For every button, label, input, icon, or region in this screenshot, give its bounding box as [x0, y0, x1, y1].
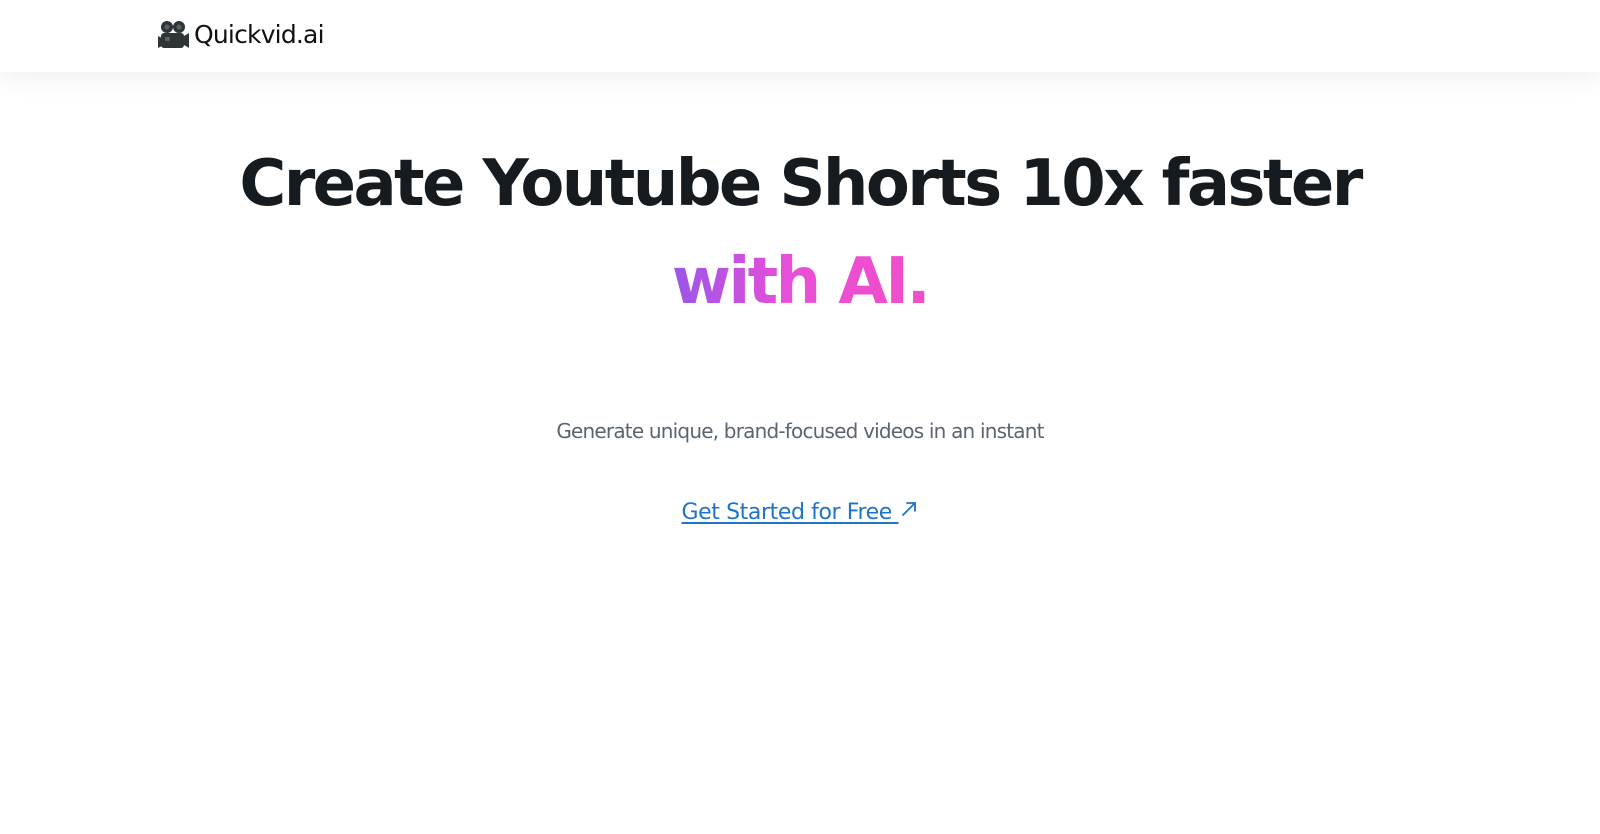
brand-name: Quickvid.ai — [194, 20, 325, 49]
gradient-accent-text: with AI. — [671, 245, 931, 319]
hero-section: Create Youtube Shorts 10x faster with AI… — [0, 72, 1600, 834]
get-started-link[interactable]: Get Started for Free — [682, 500, 899, 525]
brand-logo-link[interactable]: Quickvid.ai — [156, 18, 325, 52]
hero-headline: Create Youtube Shorts 10x faster — [239, 147, 1363, 221]
external-arrow-icon — [900, 496, 918, 516]
movie-camera-icon — [156, 18, 190, 52]
get-started-label: Get Started for Free — [681, 500, 893, 525]
top-navbar: Quickvid.ai — [0, 0, 1600, 72]
hero-subtitle: Generate unique, brand-focused videos in… — [556, 419, 1044, 443]
cta-container: Get Started for Free — [0, 496, 1600, 531]
hero-headline-accent: with AI. — [0, 242, 1600, 322]
